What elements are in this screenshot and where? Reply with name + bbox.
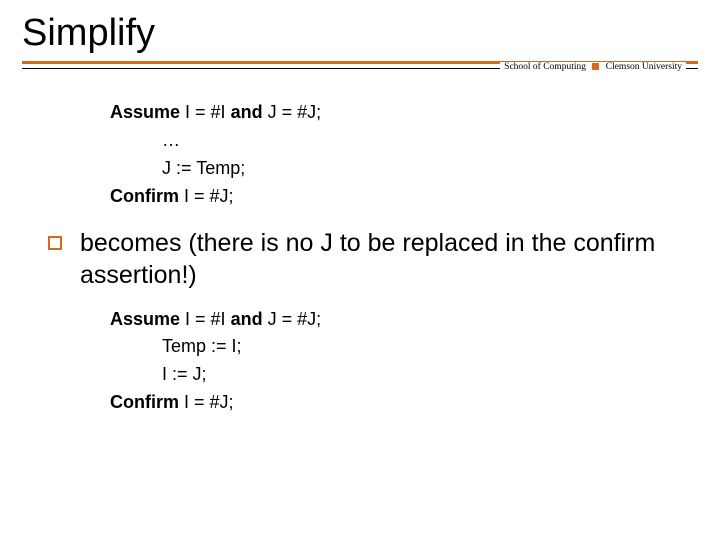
bullet-item: becomes (there is no J to be replaced in… — [48, 227, 680, 292]
header-affiliation: School of Computing Clemson University — [500, 62, 686, 72]
and-keyword: and — [231, 102, 263, 122]
square-bullet-icon — [48, 236, 62, 250]
separator-square-icon — [592, 63, 599, 70]
affiliation-right: Clemson University — [606, 62, 682, 72]
assume-keyword: Assume — [110, 102, 180, 122]
confirm-expr: I = #J; — [179, 392, 234, 412]
code-line-temp: Temp := I; — [110, 333, 680, 361]
and-keyword: and — [231, 309, 263, 329]
assume-expr-b: J = #J; — [263, 102, 322, 122]
confirm-keyword: Confirm — [110, 186, 179, 206]
code-line-j: J := Temp; — [110, 155, 680, 183]
code-line-i: I := J; — [110, 361, 680, 389]
confirm-expr: I = #J; — [179, 186, 234, 206]
assume-line: Assume I = #I and J = #J; — [110, 99, 680, 127]
assume-expr-a: I = #I — [180, 102, 231, 122]
assume-line: Assume I = #I and J = #J; — [110, 306, 680, 334]
affiliation-left: School of Computing — [504, 62, 586, 72]
assume-expr-a: I = #I — [180, 309, 231, 329]
confirm-line: Confirm I = #J; — [110, 183, 680, 211]
code-block-2: Assume I = #I and J = #J; Temp := I; I :… — [110, 306, 680, 418]
code-block-1: Assume I = #I and J = #J; … J := Temp; C… — [110, 99, 680, 211]
confirm-line: Confirm I = #J; — [110, 389, 680, 417]
bullet-text: becomes (there is no J to be replaced in… — [80, 227, 680, 292]
confirm-keyword: Confirm — [110, 392, 179, 412]
assume-expr-b: J = #J; — [263, 309, 322, 329]
code-line-ellipsis: … — [110, 127, 680, 155]
assume-keyword: Assume — [110, 309, 180, 329]
slide-title: Simplify — [0, 0, 720, 61]
